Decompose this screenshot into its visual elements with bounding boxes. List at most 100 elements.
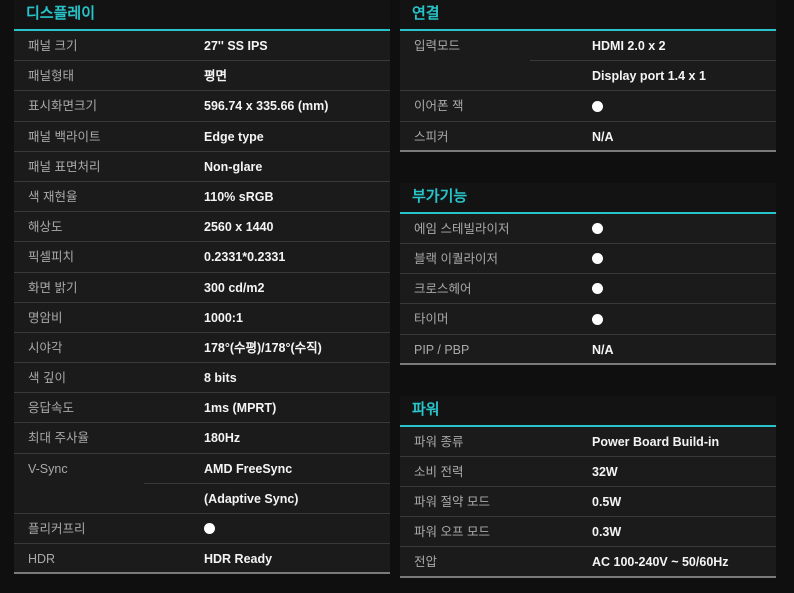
- spec-value: 596.74 x 335.66 (mm): [204, 99, 329, 114]
- spec-label: 픽셀피치: [28, 250, 75, 265]
- spec-label: 응답속도: [28, 401, 75, 416]
- spec-row-crosshair: 크로스헤어: [400, 274, 776, 305]
- spec-value: (Adaptive Sync): [204, 491, 299, 506]
- spec-label: 스피커: [414, 129, 449, 144]
- spec-row-surface: 패널 표면처리 Non-glare: [14, 152, 390, 182]
- spec-label: 에임 스테빌라이저: [414, 221, 510, 236]
- spec-row-vsync: V-Sync AMD FreeSync: [14, 454, 390, 485]
- spec-value: 27'' SS IPS: [204, 39, 268, 53]
- spec-value: [592, 214, 603, 244]
- spec-label: 해상도: [28, 220, 63, 235]
- spec-value: 0.2331*0.2331: [204, 250, 286, 265]
- spec-value: [592, 304, 603, 334]
- spec-value: 0.3W: [592, 525, 622, 540]
- supported-dot-icon: [592, 253, 603, 265]
- spec-value: N/A: [592, 342, 614, 357]
- spec-value: 평면: [204, 69, 228, 84]
- spec-row-screen-size: 표시화면크기 596.74 x 335.66 (mm): [14, 91, 390, 122]
- spec-label: 패널형태: [28, 69, 75, 84]
- spec-row-power-type: 파워 종류 Power Board Build-in: [400, 427, 776, 457]
- spec-value: 2560 x 1440: [204, 220, 274, 235]
- spec-label: 색 재현율: [28, 189, 78, 204]
- spec-label: 이어폰 잭: [414, 99, 464, 114]
- spec-value: Edge type: [204, 129, 264, 144]
- spec-value: N/A: [592, 129, 614, 144]
- spec-label: 소비 전력: [414, 464, 464, 479]
- spec-row-black-equalizer: 블랙 이퀄라이저: [400, 244, 776, 275]
- spec-row-power-off: 파워 오프 모드 0.3W: [400, 517, 776, 548]
- spec-row-speaker: 스피커 N/A: [400, 122, 776, 152]
- power-section-title: 파워: [400, 395, 776, 427]
- spec-value: Non-glare: [204, 159, 263, 174]
- spec-row-voltage: 전압 AC 100-240V ~ 50/60Hz: [400, 547, 776, 578]
- spec-label: 파워 종류: [414, 434, 464, 449]
- spec-row-backlight: 패널 백라이트 Edge type: [14, 122, 390, 152]
- spec-row-brightness: 화면 밝기 300 cd/m2: [14, 273, 390, 303]
- spec-row-input-mode-cont: Display port 1.4 x 1: [400, 61, 776, 92]
- spec-row-pixel-pitch: 픽셀피치 0.2331*0.2331: [14, 242, 390, 273]
- supported-dot-icon: [592, 313, 603, 325]
- section-spacer: [400, 364, 776, 396]
- supported-dot-icon: [592, 222, 603, 234]
- supported-dot-icon: [204, 523, 215, 535]
- spec-row-flicker-free: 플리커프리: [14, 514, 390, 545]
- power-spec-table: 파워 종류 Power Board Build-in 소비 전력 32W 파워 절약…: [400, 426, 776, 578]
- spec-value: AC 100-240V ~ 50/60Hz: [592, 555, 729, 570]
- section-spacer: [400, 151, 776, 183]
- spec-value: AMD FreeSync: [204, 461, 293, 476]
- spec-row-input-mode: 입력모드 HDMI 2.0 x 2: [400, 31, 776, 62]
- spec-row-color-gamut: 색 재현율 110% sRGB: [14, 182, 390, 213]
- spec-value: 300 cd/m2: [204, 280, 265, 295]
- supported-dot-icon: [592, 283, 603, 295]
- display-spec-panel: 디스플레이 패널 크기 27'' SS IPS 패널형태 평면 표시화면크기 596.…: [14, 0, 390, 575]
- extra-spec-table: 에임 스테빌라이저 블랙 이퀄라이저 크로스헤어 타이머 PIP / PBP N/…: [400, 213, 776, 365]
- spec-row-hdr: HDR HDR Ready: [14, 544, 390, 575]
- spec-row-vsync-cont: (Adaptive Sync): [14, 484, 390, 514]
- spec-label: 전압: [414, 555, 438, 570]
- spec-row-power-consumption: 소비 전력 32W: [400, 457, 776, 488]
- spec-value: 180Hz: [204, 431, 241, 446]
- spec-row-resolution: 해상도 2560 x 1440: [14, 212, 390, 243]
- connect-spec-table: 입력모드 HDMI 2.0 x 2 Display port 1.4 x 1 이어…: [400, 31, 776, 152]
- spec-label: 크로스헤어: [414, 282, 472, 297]
- spec-label: 명암비: [28, 310, 63, 325]
- spec-value: 1000:1: [204, 310, 243, 325]
- spec-label: 표시화면크기: [28, 99, 98, 114]
- spec-value: 178°(수평)/178°(수직): [204, 340, 322, 355]
- spec-row-earphone-jack: 이어폰 잭: [400, 91, 776, 122]
- spec-value: 32W: [592, 464, 618, 479]
- spec-value: Power Board Build-in: [592, 434, 720, 449]
- display-spec-table: 패널 크기 27'' SS IPS 패널형태 평면 표시화면크기 596.74 x 3…: [14, 31, 390, 575]
- spec-label: 파워 오프 모드: [414, 525, 490, 540]
- spec-value: Display port 1.4 x 1: [592, 69, 706, 84]
- spec-row-power-saving: 파워 절약 모드 0.5W: [400, 487, 776, 518]
- spec-label: HDR: [28, 552, 56, 567]
- spec-value: [592, 91, 603, 121]
- spec-label: 색 깊이: [28, 371, 66, 386]
- spec-label: 화면 밝기: [28, 280, 78, 295]
- spec-row-panel-size: 패널 크기 27'' SS IPS: [14, 31, 390, 62]
- spec-row-color-depth: 색 깊이 8 bits: [14, 363, 390, 394]
- spec-row-timer: 타이머: [400, 304, 776, 335]
- spec-row-panel-shape: 패널형태 평면: [14, 61, 390, 92]
- spec-row-response-time: 응답속도 1ms (MPRT): [14, 393, 390, 424]
- spec-label: 패널 표면처리: [28, 159, 101, 174]
- display-section-title: 디스플레이: [14, 0, 390, 31]
- spec-label: 블랙 이퀄라이저: [414, 251, 498, 266]
- spec-label: 패널 백라이트: [28, 129, 101, 144]
- spec-label: 타이머: [414, 312, 449, 327]
- connectivity-power-panel: 연결 입력모드 HDMI 2.0 x 2 Display port 1.4 x 1…: [400, 0, 776, 578]
- spec-value: 0.5W: [592, 495, 622, 510]
- spec-label: 시야각: [28, 340, 63, 355]
- spec-row-pip-pbp: PIP / PBP N/A: [400, 335, 776, 365]
- spec-label: 최대 주사율: [28, 431, 89, 446]
- supported-dot-icon: [592, 100, 603, 112]
- connect-section-title: 연결: [400, 0, 776, 31]
- spec-value: [592, 244, 603, 274]
- spec-value: 1ms (MPRT): [204, 401, 277, 416]
- spec-row-viewing-angle: 시야각 178°(수평)/178°(수직): [14, 333, 390, 364]
- spec-value: HDMI 2.0 x 2: [592, 39, 666, 53]
- spec-row-refresh-rate: 최대 주사율 180Hz: [14, 423, 390, 454]
- spec-label: PIP / PBP: [414, 342, 470, 357]
- spec-value: HDR Ready: [204, 552, 273, 567]
